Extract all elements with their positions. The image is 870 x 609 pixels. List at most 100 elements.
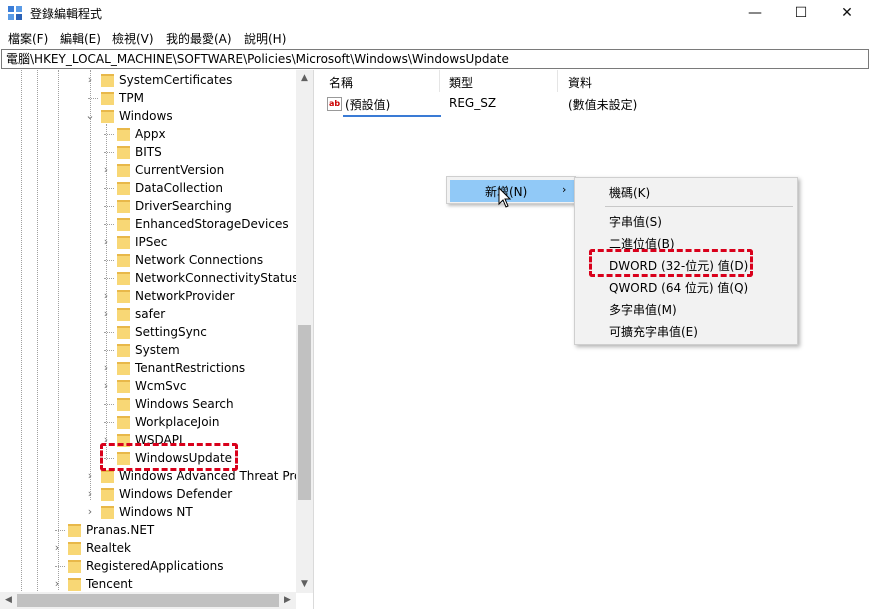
folder-icon (68, 560, 81, 573)
tree-item-label[interactable]: RegisteredApplications (86, 557, 223, 575)
tree-item-label[interactable]: DataCollection (135, 179, 223, 197)
tree-horizontal-scroll-thumb[interactable] (17, 594, 279, 607)
close-button[interactable]: ✕ (824, 0, 870, 26)
tree-item-label[interactable]: EnhancedStorageDevices (135, 215, 289, 233)
tree-item-label[interactable]: BITS (135, 143, 162, 161)
folder-icon (117, 200, 130, 213)
folder-icon (117, 164, 130, 177)
folder-icon (68, 542, 81, 555)
folder-icon (117, 380, 130, 393)
folder-icon (117, 398, 130, 411)
registry-tree[interactable]: › SystemCertificates TPM ⌄ Windows Appx BITS › C… (0, 70, 313, 609)
folder-icon (117, 146, 130, 159)
column-header-name[interactable]: 名稱 (329, 74, 353, 91)
submenu-item-qword-value[interactable]: QWORD (64 位元) 值(Q) (609, 279, 748, 296)
folder-icon (117, 308, 130, 321)
tree-horizontal-scrollbar[interactable]: ◀ ▶ (0, 592, 296, 609)
menu-view[interactable]: 檢視(V) (112, 30, 154, 47)
context-menu-new-item[interactable]: 新增(N) › (450, 180, 574, 202)
submenu-item-string-value[interactable]: 字串值(S) (609, 213, 662, 230)
minimize-button[interactable]: — (732, 0, 778, 26)
tree-item-label[interactable]: TPM (119, 89, 144, 107)
tree-item-label[interactable]: SystemCertificates (119, 71, 232, 89)
scroll-right-arrow-icon[interactable]: ▶ (279, 592, 296, 609)
menu-file[interactable]: 檔案(F) (8, 30, 48, 47)
window-title: 登錄編輯程式 (30, 7, 103, 21)
submenu-item-multi-string-value[interactable]: 多字串值(M) (609, 301, 677, 318)
tree-item-label[interactable]: safer (135, 305, 165, 323)
column-header-data[interactable]: 資料 (568, 74, 592, 91)
tree-item-label[interactable]: Tencent (86, 575, 133, 593)
highlight-windowsupdate-box (100, 443, 238, 471)
submenu-arrow-icon: › (562, 183, 567, 196)
expand-chevron-icon[interactable]: › (85, 503, 95, 521)
folder-icon (101, 110, 114, 123)
folder-icon (117, 254, 130, 267)
maximize-button[interactable]: ☐ (778, 0, 824, 26)
folder-icon (117, 128, 130, 141)
tree-item-label[interactable]: Windows Search (135, 395, 234, 413)
tree-guide-line (90, 70, 91, 500)
folder-icon (117, 326, 130, 339)
menu-favorites[interactable]: 我的最愛(A) (166, 30, 232, 47)
column-separator[interactable] (557, 70, 558, 92)
submenu-separator (605, 206, 793, 207)
tree-item-label[interactable]: Realtek (86, 539, 131, 557)
folder-icon (68, 524, 81, 537)
tree-vertical-scroll-thumb[interactable] (298, 325, 311, 500)
tree-item-label[interactable]: Pranas.NET (86, 521, 154, 539)
scroll-left-arrow-icon[interactable]: ◀ (0, 592, 17, 609)
folder-icon (68, 578, 81, 591)
folder-icon (101, 470, 114, 483)
tree-item-label[interactable]: TenantRestrictions (135, 359, 245, 377)
tree-guide-line (106, 124, 107, 460)
value-name[interactable]: (預設值) (345, 96, 390, 113)
folder-icon (117, 236, 130, 249)
pane-splitter[interactable] (313, 70, 318, 609)
folder-icon (117, 218, 130, 231)
tree-item-label[interactable]: WcmSvc (135, 377, 186, 395)
tree-item-label[interactable]: IPSec (135, 233, 167, 251)
column-separator[interactable] (439, 70, 440, 92)
tree-item-label[interactable]: DriverSearching (135, 197, 232, 215)
tree-item-label[interactable]: CurrentVersion (135, 161, 224, 179)
submenu-item-key[interactable]: 機碼(K) (609, 184, 650, 201)
address-bar[interactable]: 電腦\HKEY_LOCAL_MACHINE\SOFTWARE\Policies\… (1, 49, 869, 69)
expand-chevron-icon[interactable]: › (52, 539, 62, 557)
scroll-down-arrow-icon[interactable]: ▼ (296, 576, 313, 593)
tree-item-label[interactable]: Appx (135, 125, 166, 143)
tree-item-label[interactable]: WorkplaceJoin (135, 413, 220, 431)
tree-vertical-scrollbar[interactable]: ▲ ▼ (296, 70, 313, 593)
highlight-dword-box (589, 249, 753, 277)
scroll-up-arrow-icon[interactable]: ▲ (296, 70, 313, 87)
column-header-type[interactable]: 類型 (449, 74, 473, 91)
tree-connector-line (55, 566, 65, 567)
folder-icon (101, 506, 114, 519)
value-type: REG_SZ (449, 96, 497, 110)
folder-icon (117, 272, 130, 285)
submenu-item-expandable-string-value[interactable]: 可擴充字串值(E) (609, 323, 698, 340)
tree-item-label[interactable]: Windows NT (119, 503, 193, 521)
folder-icon (101, 488, 114, 501)
title-bar: 登錄編輯程式 — ☐ ✕ (0, 0, 870, 26)
menu-bar: 檔案(F) 編輯(E) 檢視(V) 我的最愛(A) 說明(H) (0, 26, 870, 48)
expand-chevron-icon[interactable]: › (52, 575, 62, 593)
menu-help[interactable]: 說明(H) (244, 30, 286, 47)
tree-guide-line (37, 70, 38, 609)
tree-guide-line (21, 70, 22, 609)
tree-item-label[interactable]: Windows (119, 107, 173, 125)
tree-item-label[interactable]: NetworkProvider (135, 287, 235, 305)
tree-item-label[interactable]: Network Connections (135, 251, 263, 269)
value-row-focus-line (343, 115, 441, 117)
string-value-icon: ab (327, 97, 342, 111)
tree-item-label[interactable]: NetworkConnectivityStatusInd (135, 269, 313, 287)
tree-connector-line (55, 530, 65, 531)
tree-item-label[interactable]: SettingSync (135, 323, 207, 341)
tree-item-label[interactable]: Windows Defender (119, 485, 232, 503)
folder-icon (117, 344, 130, 357)
menu-edit[interactable]: 編輯(E) (60, 30, 101, 47)
folder-icon (117, 416, 130, 429)
tree-item-label[interactable]: System (135, 341, 180, 359)
tree-guide-line (58, 70, 59, 590)
registry-editor-icon (8, 6, 22, 20)
